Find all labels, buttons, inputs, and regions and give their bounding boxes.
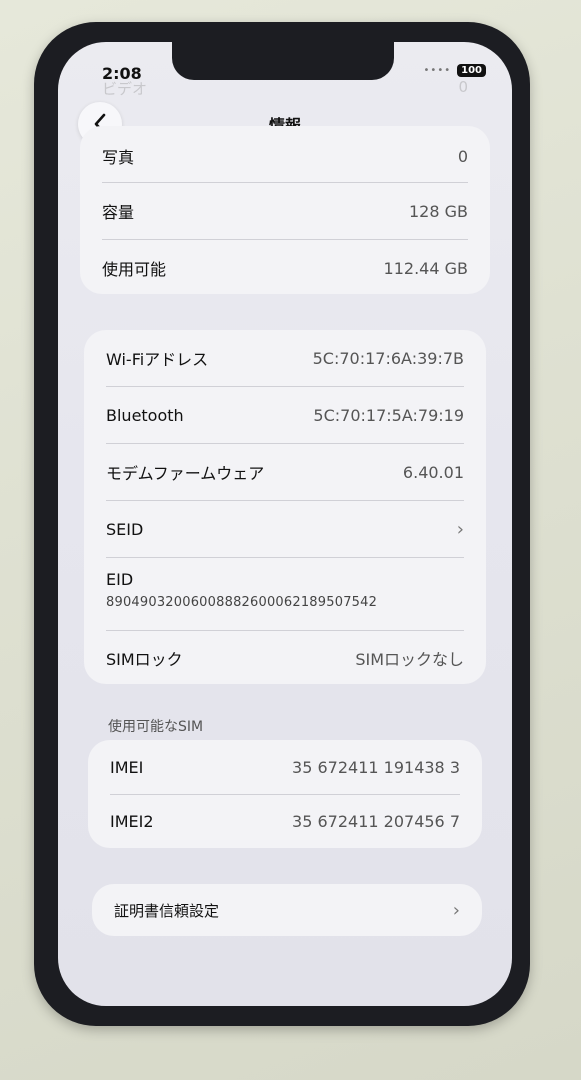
scrolled-row-label: ビデオ <box>102 80 148 98</box>
row-label: IMEI2 <box>110 812 154 831</box>
list-item-sim-lock: SIMロック SIMロックなし <box>84 631 486 685</box>
list-item-bluetooth: Bluetooth 5C:70:17:5A:79:19 <box>84 387 486 443</box>
row-label: Wi-Fiアドレス <box>106 350 209 369</box>
row-label: 証明書信頼設定 <box>114 901 220 920</box>
row-value: 6.40.01 <box>402 462 464 482</box>
network-info-group: Wi-Fiアドレス 5C:70:17:6A:39:7B Bluetooth 5C… <box>84 330 486 684</box>
row-value: 112.44 GB <box>383 258 468 278</box>
status-indicators: •••• 100 <box>424 64 486 77</box>
row-label: SEID <box>106 519 144 539</box>
imei-group: IMEI 35 672411 191438 3 IMEI2 35 672411 … <box>88 740 482 848</box>
list-item-available: 使用可能 112.44 GB <box>80 240 490 296</box>
certificate-trust-settings-item[interactable]: 証明書信頼設定 › <box>92 884 482 936</box>
row-value: 5C:70:17:6A:39:7B <box>312 348 464 368</box>
scrolled-row-videos: ビデオ 0 <box>102 78 468 99</box>
section-header-available-sim: 使用可能なSIM <box>108 719 204 735</box>
list-item-modem-firmware: モデムファームウェア 6.40.01 <box>84 444 486 500</box>
row-label: IMEI <box>110 757 144 777</box>
notch <box>172 42 394 80</box>
eid-value: 89049032006008882600062189507542 <box>106 595 378 610</box>
row-label: EID <box>106 570 134 589</box>
row-label: 使用可能 <box>102 260 167 279</box>
row-value: 128 GB <box>409 201 468 221</box>
list-item-wifi-address: Wi-Fiアドレス 5C:70:17:6A:39:7B <box>84 330 486 386</box>
row-label: Bluetooth <box>106 405 184 425</box>
certificate-group: 証明書信頼設定 › <box>92 884 482 936</box>
chevron-right-icon: › <box>456 518 464 540</box>
storage-group: 写真 0 容量 128 GB 使用可能 112.44 GB <box>80 126 490 294</box>
row-label: モデムファームウェア <box>106 464 265 483</box>
row-label: 容量 <box>102 203 135 222</box>
list-item-imei2: IMEI2 35 672411 207456 7 <box>88 795 482 848</box>
battery-icon: 100 <box>457 64 486 77</box>
row-value: 35 672411 191438 3 <box>292 757 460 777</box>
signal-icon: •••• <box>423 65 452 76</box>
list-item-seid[interactable]: SEID › <box>84 501 486 557</box>
chevron-right-icon: › <box>452 899 460 921</box>
row-value: SIMロックなし <box>355 650 464 669</box>
row-value: 0 <box>457 146 468 166</box>
row-label: 写真 <box>102 148 135 167</box>
row-value: 5C:70:17:5A:79:19 <box>313 405 464 425</box>
list-item-imei: IMEI 35 672411 191438 3 <box>88 740 482 794</box>
scrolled-row-value: 0 <box>458 78 468 96</box>
phone-screen: 2:08 •••• 100 ビデオ 0 情報 写真 0 容量 128 GB 使用… <box>58 42 512 1006</box>
list-item-photos: 写真 0 <box>80 126 490 182</box>
list-item-capacity: 容量 128 GB <box>80 183 490 239</box>
row-value: 35 672411 207456 7 <box>292 812 460 831</box>
row-label: SIMロック <box>106 650 183 669</box>
list-item-eid: EID 89049032006008882600062189507542 <box>84 558 486 630</box>
